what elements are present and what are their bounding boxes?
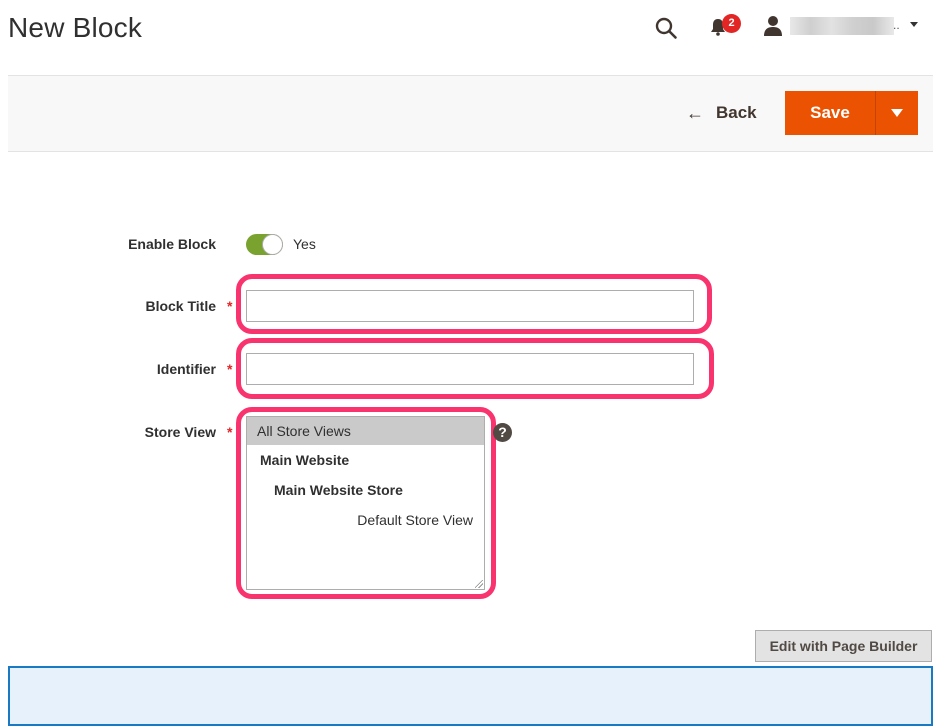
required-marker: *	[227, 361, 233, 377]
save-button-group: Save	[785, 91, 918, 135]
arrow-left-icon: ←	[686, 102, 704, 123]
save-button[interactable]: Save	[785, 91, 876, 135]
store-view-option[interactable]: Main Website Store	[247, 475, 484, 505]
user-name-ellipsis: ..	[893, 18, 900, 32]
store-view-multiselect[interactable]: All Store Views Main Website Main Websit…	[246, 416, 485, 590]
required-marker: *	[227, 298, 233, 314]
save-options-toggle[interactable]	[876, 91, 918, 135]
edit-with-page-builder-button[interactable]: Edit with Page Builder	[755, 630, 932, 662]
user-icon[interactable]	[763, 15, 783, 37]
user-name[interactable]: admin user	[790, 17, 894, 35]
block-title-label: Block Title	[145, 298, 216, 314]
identifier-label: Identifier	[156, 361, 216, 377]
caret-down-icon	[891, 109, 903, 117]
resize-handle[interactable]	[475, 580, 483, 588]
enable-block-toggle[interactable]	[246, 234, 283, 255]
page-builder-stage[interactable]	[8, 666, 933, 726]
block-title-input[interactable]	[246, 290, 694, 322]
back-label: Back	[716, 103, 757, 122]
store-view-option[interactable]: Default Store View	[247, 505, 484, 535]
notifications-badge[interactable]: 2	[722, 14, 741, 33]
store-view-option[interactable]: Main Website	[247, 445, 484, 475]
enable-block-value: Yes	[293, 236, 316, 252]
enable-block-label: Enable Block	[128, 236, 216, 252]
chevron-down-icon[interactable]	[910, 22, 918, 27]
identifier-input[interactable]	[246, 353, 694, 385]
required-marker: *	[227, 424, 233, 440]
search-icon[interactable]	[654, 16, 678, 40]
back-button[interactable]: ← Back	[686, 101, 757, 125]
page-title: New Block	[8, 12, 143, 43]
store-view-option[interactable]: All Store Views	[247, 417, 484, 445]
toggle-knob	[262, 234, 283, 255]
help-icon[interactable]: ?	[493, 423, 512, 442]
store-view-label: Store View	[144, 424, 216, 440]
